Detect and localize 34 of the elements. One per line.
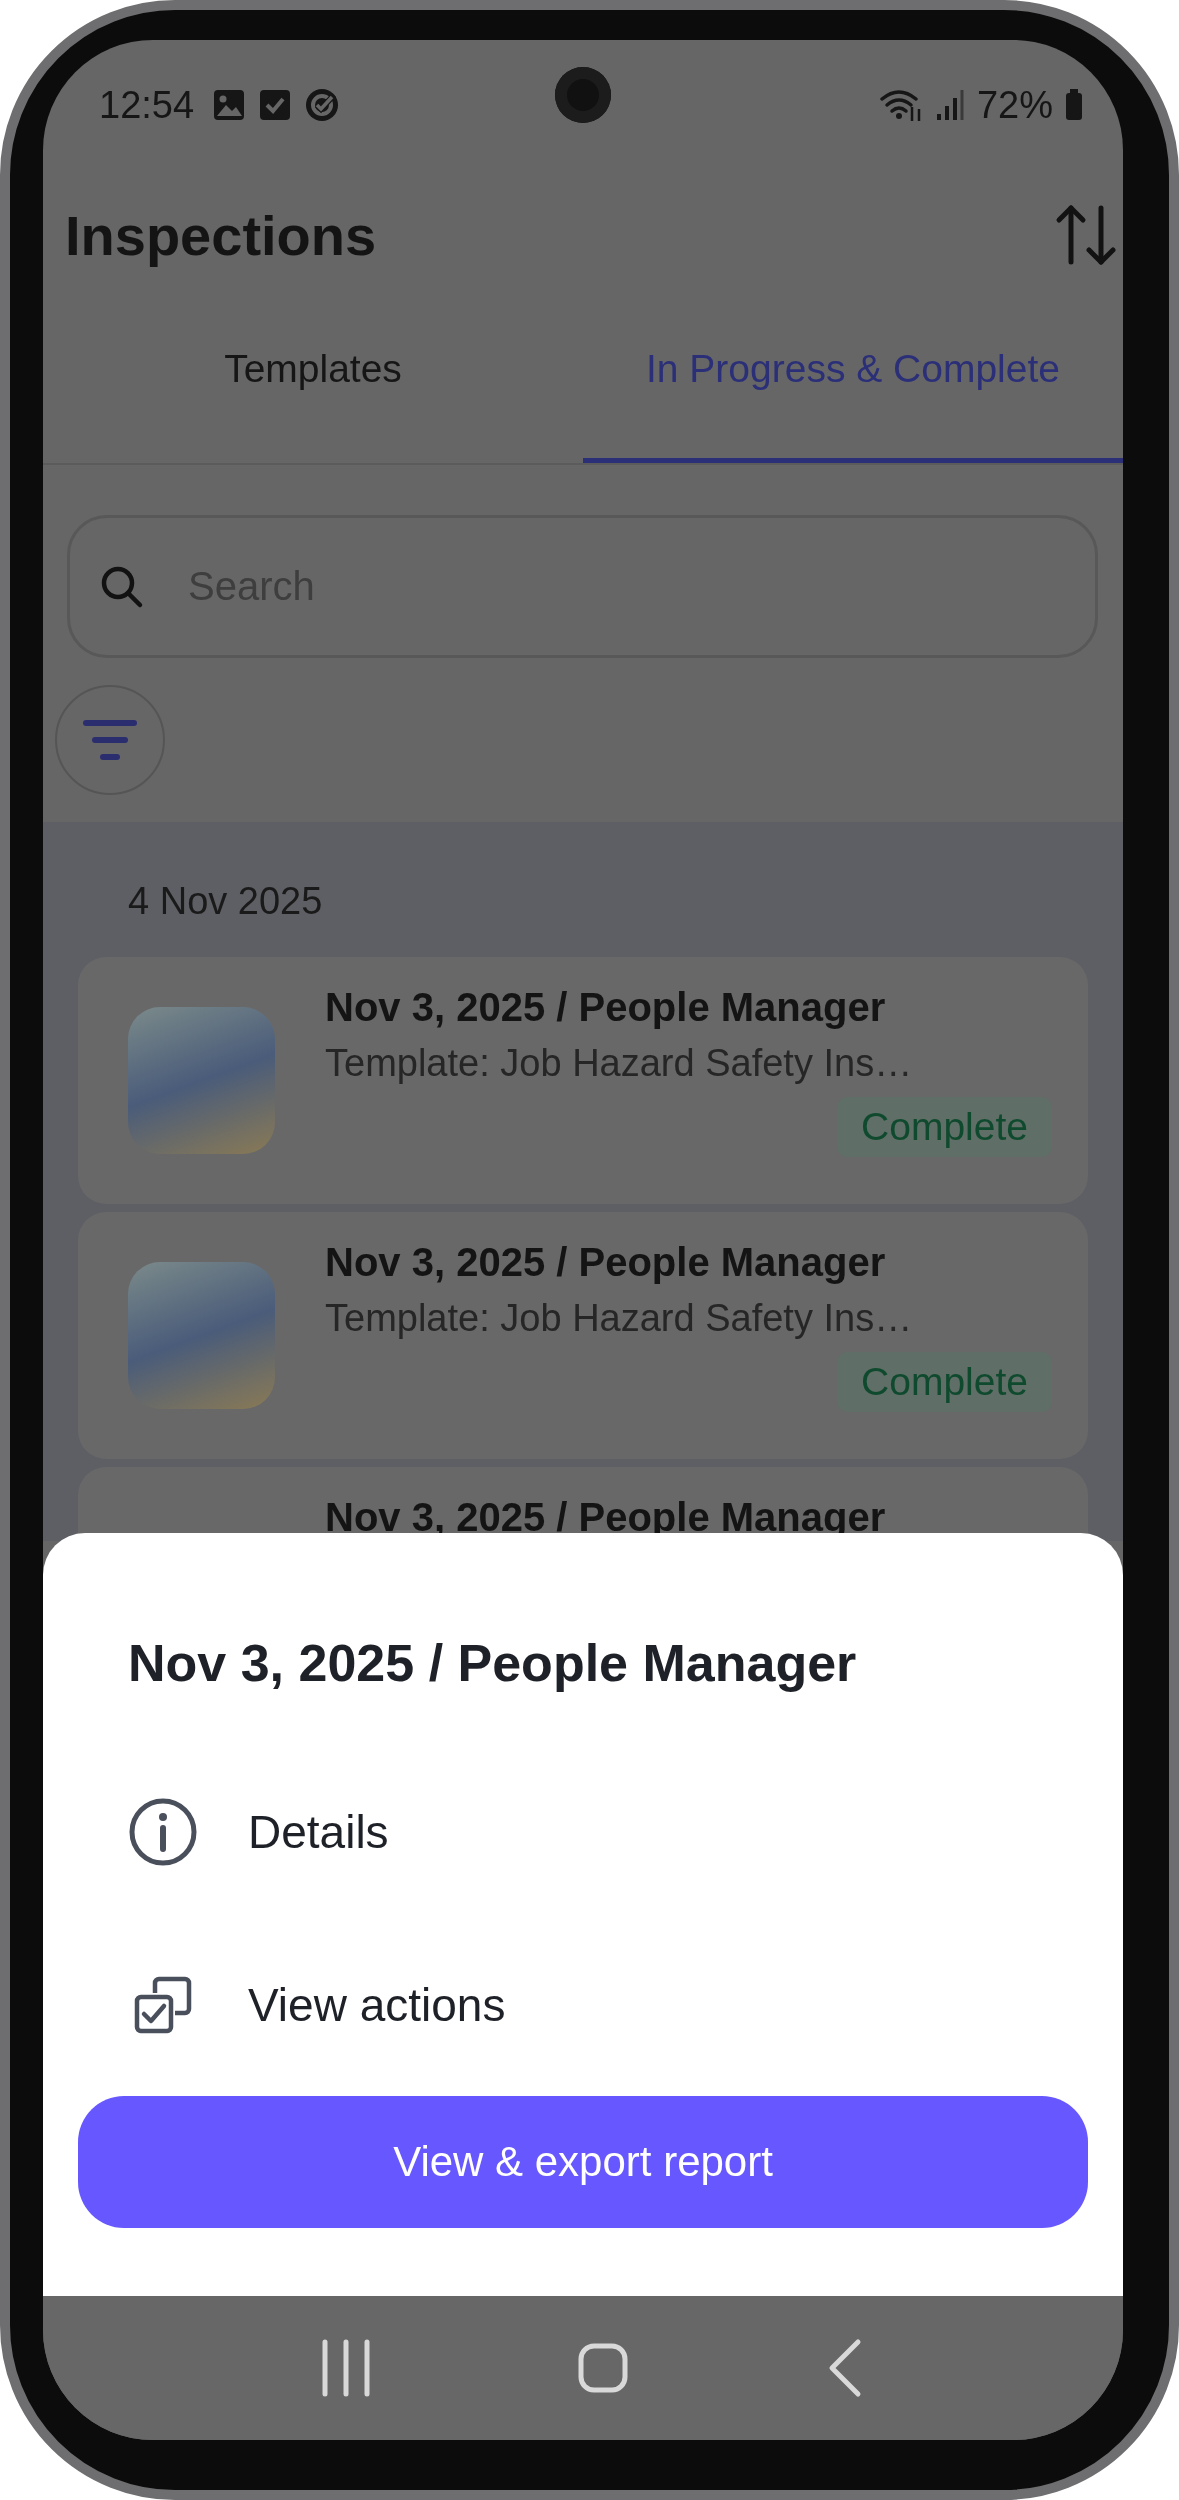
status-badge: Complete (837, 1097, 1052, 1157)
wifi-icon (878, 87, 923, 123)
image-icon (212, 88, 247, 122)
checked-copies-icon (133, 1974, 193, 2035)
template-name: Template: Job Hazard Safety Ins… (325, 1297, 914, 1340)
inspection-card[interactable]: Nov 3, 2025 / People Manager Template: Job Hazard Safety Ins… Complete (78, 1212, 1088, 1459)
inspection-title: Nov 3, 2025 / People Manager (325, 1240, 887, 1285)
template-name: Template: Job Hazard Safety Ins… (325, 1042, 914, 1085)
signal-icon (934, 88, 965, 122)
page-title: Inspections (65, 202, 377, 268)
tab[interactable]: Templates (43, 300, 583, 463)
inspection-title: Nov 3, 2025 / People Manager (325, 985, 887, 1030)
filter-icon (83, 719, 137, 761)
menu-item-label: View actions (248, 1977, 506, 2032)
tab[interactable]: In Progress & Complete (583, 300, 1123, 463)
sort-icon (1055, 204, 1117, 266)
export-report-button[interactable]: View & export report (78, 2096, 1088, 2228)
info-icon (128, 1796, 198, 1867)
filter-button[interactable] (55, 685, 165, 795)
inspection-title: Nov 3, 2025 / People Manager (325, 1495, 887, 1540)
check-circle-icon (304, 87, 341, 123)
menu-item-label: Details (248, 1804, 389, 1859)
inspection-card[interactable]: Nov 3, 2025 / People Manager Template: Job Hazard Safety Ins… Complete (78, 957, 1088, 1204)
status-badge: Complete (837, 1352, 1052, 1412)
checkbox-icon (258, 88, 293, 122)
battery-percentage: 72% (976, 83, 1053, 127)
battery-icon (1065, 89, 1083, 121)
home-icon[interactable] (577, 2342, 629, 2394)
date-heading: 4 Nov 2025 (127, 879, 324, 924)
menu-item[interactable]: Details (78, 1745, 1088, 1918)
sheet-title: Nov 3, 2025 / People Manager (127, 1633, 858, 1693)
status-time: 12:54 (99, 83, 195, 127)
menu-item[interactable]: View actions (78, 1918, 1088, 2091)
camera-hole (555, 67, 611, 123)
